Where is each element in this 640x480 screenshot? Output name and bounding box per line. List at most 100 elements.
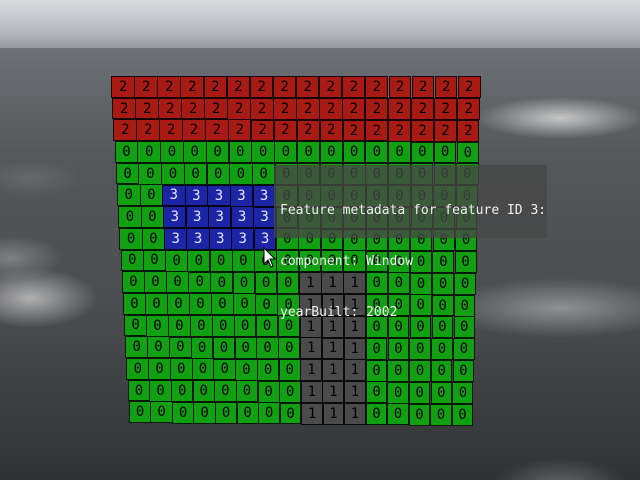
- feature-cell[interactable]: 0: [192, 380, 215, 402]
- feature-cell[interactable]: 0: [147, 336, 170, 359]
- feature-cell[interactable]: 3: [229, 184, 254, 207]
- feature-cell[interactable]: 3: [186, 228, 210, 250]
- feature-cell[interactable]: 3: [207, 184, 231, 207]
- feature-cell[interactable]: 0: [365, 381, 388, 404]
- feature-cell[interactable]: 3: [185, 206, 209, 229]
- feature-cell[interactable]: 0: [387, 359, 410, 382]
- feature-cell[interactable]: 0: [231, 249, 255, 272]
- feature-cell[interactable]: 0: [148, 358, 171, 380]
- feature-cell[interactable]: 0: [409, 381, 431, 404]
- feature-cell[interactable]: 2: [434, 76, 458, 98]
- feature-cell[interactable]: 1: [301, 402, 323, 425]
- feature-cell[interactable]: 1: [322, 359, 345, 382]
- feature-cell[interactable]: 1: [322, 381, 345, 404]
- feature-cell[interactable]: 2: [296, 119, 320, 142]
- feature-cell[interactable]: 0: [235, 380, 259, 403]
- feature-cell[interactable]: 2: [319, 97, 343, 120]
- feature-cell[interactable]: 0: [409, 359, 431, 382]
- feature-cell[interactable]: 0: [430, 381, 452, 404]
- feature-cell[interactable]: 0: [236, 402, 259, 425]
- feature-cell[interactable]: 0: [211, 293, 234, 316]
- feature-cell[interactable]: 0: [144, 292, 168, 315]
- feature-cell[interactable]: 0: [120, 249, 144, 272]
- feature-cell[interactable]: 2: [296, 76, 320, 98]
- feature-cell[interactable]: 0: [167, 293, 190, 315]
- feature-cell[interactable]: 0: [235, 358, 258, 381]
- feature-cell[interactable]: 0: [365, 359, 388, 382]
- feature-cell[interactable]: 0: [213, 358, 236, 381]
- feature-cell[interactable]: 0: [142, 249, 167, 272]
- feature-cell[interactable]: 0: [257, 380, 280, 403]
- feature-cell[interactable]: 0: [408, 403, 431, 426]
- feature-cell[interactable]: 3: [162, 184, 186, 207]
- feature-cell[interactable]: 2: [159, 119, 183, 142]
- feature-cell[interactable]: 0: [297, 141, 321, 164]
- feature-cell[interactable]: 2: [296, 97, 320, 120]
- feature-cell[interactable]: 3: [208, 206, 232, 229]
- feature-cell[interactable]: 0: [140, 206, 165, 228]
- feature-cell[interactable]: 0: [233, 293, 256, 316]
- feature-cell[interactable]: 0: [254, 271, 278, 294]
- feature-cell[interactable]: 0: [188, 271, 212, 294]
- feature-cell[interactable]: 2: [111, 76, 136, 98]
- feature-cell[interactable]: 0: [430, 403, 452, 426]
- feature-cell[interactable]: 0: [121, 271, 145, 293]
- feature-cell[interactable]: 0: [451, 403, 473, 426]
- feature-cell[interactable]: 0: [189, 314, 213, 337]
- feature-cell[interactable]: 0: [319, 141, 343, 164]
- feature-cell[interactable]: 0: [122, 292, 147, 315]
- feature-cell[interactable]: 0: [170, 379, 194, 402]
- feature-cell[interactable]: 0: [452, 360, 474, 383]
- feature-cell[interactable]: 2: [411, 97, 435, 120]
- feature-cell[interactable]: 2: [273, 97, 297, 120]
- feature-cell[interactable]: 1: [322, 402, 345, 425]
- feature-cell[interactable]: 2: [135, 97, 160, 120]
- feature-cell[interactable]: 0: [430, 360, 453, 383]
- feature-cell[interactable]: 0: [193, 401, 216, 424]
- feature-cell[interactable]: 2: [113, 119, 138, 142]
- feature-cell[interactable]: 1: [300, 380, 323, 403]
- feature-cell[interactable]: 0: [141, 227, 166, 250]
- feature-cell[interactable]: 2: [182, 119, 206, 142]
- feature-cell[interactable]: 0: [118, 206, 142, 228]
- feature-cell[interactable]: 0: [228, 141, 252, 164]
- feature-cell[interactable]: 1: [300, 359, 323, 382]
- feature-cell[interactable]: 0: [191, 358, 215, 381]
- feature-cell[interactable]: 0: [251, 163, 276, 185]
- feature-cell[interactable]: 2: [250, 119, 275, 142]
- feature-cell[interactable]: 0: [433, 141, 457, 164]
- feature-cell[interactable]: 0: [214, 402, 238, 424]
- feature-cell[interactable]: 2: [457, 119, 480, 142]
- feature-cell[interactable]: 0: [137, 141, 162, 163]
- feature-cell[interactable]: 0: [187, 249, 211, 272]
- feature-cell[interactable]: 2: [272, 76, 297, 98]
- feature-cell[interactable]: 2: [158, 97, 183, 120]
- feature-cell[interactable]: 2: [365, 119, 389, 142]
- feature-cell[interactable]: 2: [365, 76, 389, 98]
- feature-cell[interactable]: 0: [365, 403, 388, 426]
- feature-cell[interactable]: 0: [165, 249, 189, 272]
- feature-cell[interactable]: 0: [128, 401, 152, 424]
- feature-cell[interactable]: 0: [279, 380, 302, 403]
- feature-cell[interactable]: 0: [189, 293, 212, 316]
- feature-cell[interactable]: 2: [249, 76, 274, 98]
- feature-cell[interactable]: 2: [411, 119, 434, 142]
- feature-cell[interactable]: 0: [411, 141, 434, 164]
- feature-cell[interactable]: 0: [166, 271, 190, 294]
- feature-cell[interactable]: 2: [112, 97, 137, 120]
- feature-cell[interactable]: 2: [342, 76, 366, 98]
- feature-cell[interactable]: 2: [365, 97, 389, 120]
- feature-cell[interactable]: 2: [227, 97, 251, 120]
- feature-cell[interactable]: 0: [169, 358, 193, 381]
- feature-cell[interactable]: 0: [256, 337, 279, 359]
- feature-cell[interactable]: 2: [134, 76, 159, 98]
- feature-cell[interactable]: 0: [456, 141, 479, 164]
- feature-cell[interactable]: 2: [388, 119, 412, 142]
- feature-cell[interactable]: 0: [209, 249, 233, 272]
- feature-cell[interactable]: 0: [255, 293, 278, 316]
- feature-cell[interactable]: 0: [251, 141, 275, 164]
- feature-cell[interactable]: 2: [227, 119, 252, 142]
- feature-cell[interactable]: 2: [434, 119, 457, 142]
- feature-cell[interactable]: 0: [160, 141, 184, 163]
- feature-cell[interactable]: 0: [149, 379, 172, 402]
